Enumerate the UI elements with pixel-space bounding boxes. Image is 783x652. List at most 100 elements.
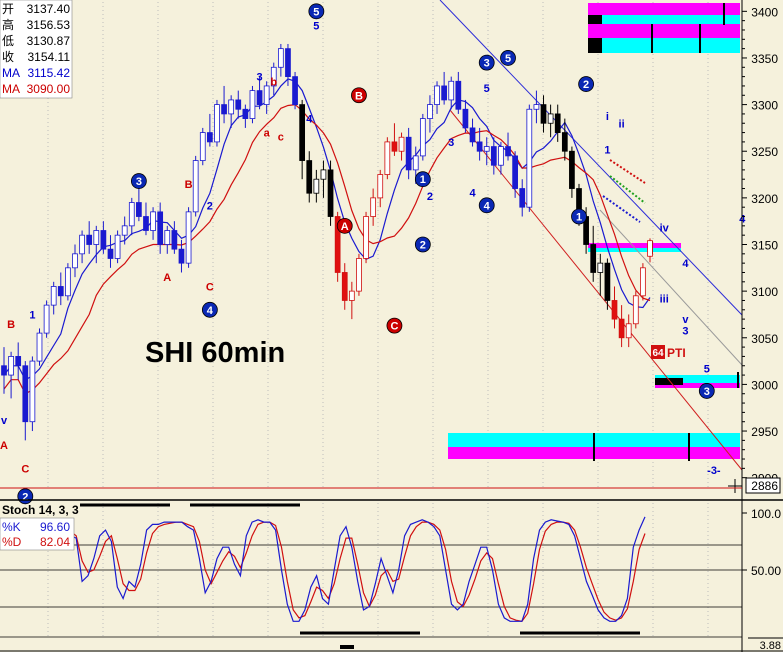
candle-body bbox=[306, 160, 313, 194]
candle-body bbox=[483, 146, 490, 152]
candle-body bbox=[341, 272, 348, 301]
candle-body bbox=[185, 211, 192, 264]
candle-body bbox=[427, 104, 433, 119]
wave-badge-label: 4 bbox=[484, 200, 491, 212]
stoch-d-label: %D bbox=[2, 535, 22, 549]
wave-label: 4 bbox=[739, 213, 746, 225]
wave-badge-label: 5 bbox=[313, 6, 319, 18]
info-label: 低 bbox=[2, 34, 14, 48]
osc-axis-label: 50.00 bbox=[751, 564, 781, 578]
info-label: 收 bbox=[2, 50, 14, 64]
wave-badge-label: 2 bbox=[22, 491, 28, 503]
candle-body bbox=[476, 141, 483, 152]
candle-body bbox=[65, 267, 71, 297]
current-price-label: 2886 bbox=[751, 479, 778, 493]
candle-body bbox=[647, 240, 653, 257]
candle-body bbox=[150, 211, 156, 231]
wave-label: A bbox=[163, 272, 171, 284]
wave-label: iv bbox=[660, 223, 670, 235]
wave-label: B bbox=[7, 319, 15, 331]
wave-label: 2 bbox=[207, 200, 213, 212]
wave-label: 4 bbox=[682, 258, 689, 270]
wave-label: 4 bbox=[469, 187, 476, 199]
candle-body bbox=[299, 104, 306, 161]
osc-marker-bar bbox=[340, 645, 354, 649]
candle-body bbox=[441, 85, 447, 101]
candle-body bbox=[249, 90, 256, 119]
info-value: 3137.40 bbox=[27, 2, 71, 16]
candle-body bbox=[57, 286, 64, 297]
candle-body bbox=[384, 141, 391, 175]
candle-body bbox=[561, 132, 568, 152]
candle-body bbox=[490, 146, 497, 166]
wave-badge-label: 1 bbox=[576, 212, 582, 224]
wave-label: 4 bbox=[306, 114, 313, 126]
zone-magenta bbox=[588, 24, 740, 38]
wave-label: a bbox=[264, 128, 271, 140]
stoch-k-value: 96.60 bbox=[40, 520, 70, 534]
price-axis-label: 3250 bbox=[751, 145, 778, 159]
candle-body bbox=[469, 127, 476, 143]
chart-canvas: AvBC213AB2C43 ba c455BAC12234435512iii1iv4… bbox=[0, 0, 783, 652]
zone-marker bbox=[655, 378, 683, 385]
candle-body bbox=[590, 244, 597, 273]
candle-body bbox=[228, 99, 235, 115]
candle-body bbox=[143, 216, 149, 231]
stoch-d-value: 82.04 bbox=[40, 535, 70, 549]
wave-label: 1 bbox=[29, 309, 35, 321]
wave-label: 5 bbox=[313, 20, 319, 32]
wave-badge-label: 2 bbox=[420, 240, 426, 252]
price-axis-label: 2950 bbox=[751, 425, 778, 439]
wave-label: b bbox=[270, 76, 277, 88]
candle-body bbox=[391, 141, 398, 152]
candle-body bbox=[164, 230, 171, 245]
info-value: 3154.11 bbox=[28, 50, 71, 64]
wave-label: 5 bbox=[704, 364, 710, 376]
candle-body bbox=[263, 85, 270, 105]
wave-badge-label: 1 bbox=[420, 174, 426, 186]
wave-label: A bbox=[0, 440, 8, 452]
candle-body bbox=[618, 318, 625, 339]
wave-label: ii bbox=[619, 118, 625, 130]
info-value: 3156.53 bbox=[27, 18, 71, 32]
zone-cyan bbox=[588, 248, 681, 252]
wave-label: 2 bbox=[427, 191, 433, 203]
wave-label: 3 bbox=[256, 72, 262, 84]
candle-body bbox=[242, 108, 249, 119]
candle-body bbox=[100, 230, 107, 250]
candle-body bbox=[640, 267, 646, 297]
candle-body bbox=[505, 146, 511, 157]
candle-body bbox=[512, 155, 518, 189]
wave-label: B bbox=[185, 179, 193, 191]
zone-cyan bbox=[588, 38, 740, 53]
wave-label: v bbox=[1, 415, 8, 427]
zone-magenta bbox=[588, 3, 740, 15]
candle-body bbox=[1, 365, 7, 376]
candle-body bbox=[320, 169, 327, 180]
info-label: 开 bbox=[2, 2, 14, 16]
candle-body bbox=[128, 202, 135, 227]
candle-body bbox=[214, 104, 220, 143]
candle-body bbox=[498, 146, 504, 166]
info-value: 3090.00 bbox=[27, 82, 71, 96]
candle-body bbox=[157, 211, 164, 245]
price-axis-label: 3000 bbox=[751, 378, 778, 392]
candle-body bbox=[455, 80, 462, 110]
info-label: MA bbox=[2, 66, 20, 80]
candle-body bbox=[178, 248, 185, 264]
candle-body bbox=[121, 225, 128, 236]
candle-body bbox=[611, 300, 618, 320]
candle-body bbox=[462, 108, 469, 129]
candle-body bbox=[199, 132, 206, 161]
candle-body bbox=[569, 150, 575, 189]
candle-body bbox=[136, 202, 142, 217]
wave-label: C bbox=[206, 281, 214, 293]
candle-body bbox=[434, 85, 440, 105]
candle-body bbox=[221, 104, 227, 115]
chart-title: SHI 60min bbox=[145, 337, 285, 369]
candle-body bbox=[72, 253, 78, 269]
candle-body bbox=[327, 169, 334, 217]
candle-body bbox=[292, 76, 298, 105]
candle-body bbox=[15, 356, 22, 367]
osc-bottom-label: 3.88 bbox=[760, 640, 781, 652]
